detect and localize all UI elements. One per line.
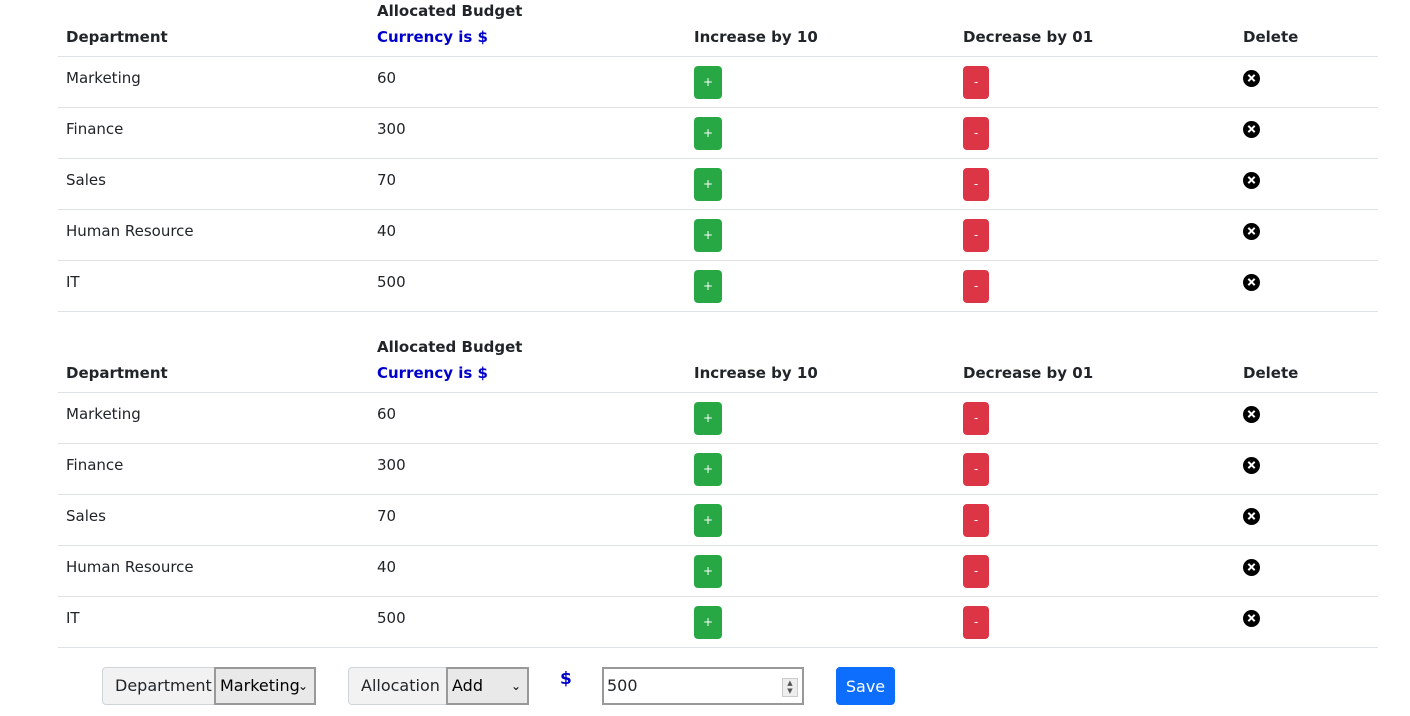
increase-button[interactable]: + — [694, 401, 722, 435]
department-name: Marketing — [58, 392, 369, 444]
budget-value: 40 — [369, 545, 686, 597]
department-name: Human Resource — [58, 545, 369, 597]
allocation-select-label: Allocation — [348, 667, 447, 705]
department-select-value: Marketing — [220, 676, 300, 695]
header-department: Department — [58, 336, 369, 393]
header-increase: Increase by 10 — [686, 336, 955, 393]
increase-button[interactable]: + — [694, 605, 722, 639]
allocation-form: Department Marketing ⌄ Allocation Add ⌄ … — [0, 667, 1410, 705]
header-budget-label: Allocated Budget — [377, 1, 523, 20]
budget-value: 500 — [369, 596, 686, 648]
department-select-label: Department — [102, 667, 215, 705]
table-row: Finance 300 + - — [58, 443, 1378, 495]
budget-value: 70 — [369, 494, 686, 546]
increase-button[interactable]: + — [694, 503, 722, 537]
increase-button[interactable]: + — [694, 554, 722, 588]
header-increase: Increase by 10 — [686, 0, 955, 57]
table-row: Marketing 60 + - — [58, 392, 1378, 444]
budget-value: 500 — [369, 260, 686, 312]
currency-symbol: $ — [560, 669, 572, 689]
header-department: Department — [58, 0, 369, 57]
header-budget-label: Allocated Budget — [377, 337, 523, 356]
decrease-button[interactable]: - — [963, 605, 989, 639]
increase-button[interactable]: + — [694, 167, 722, 201]
chevron-down-icon: ⌄ — [297, 679, 308, 693]
department-select[interactable]: Marketing ⌄ — [214, 667, 316, 705]
budget-value: 300 — [369, 107, 686, 159]
close-circle-icon[interactable] — [1243, 171, 1260, 189]
header-currency-note: Currency is $ — [377, 363, 488, 382]
department-name: IT — [58, 260, 369, 312]
save-button[interactable]: Save — [836, 667, 895, 705]
department-name: Finance — [58, 107, 369, 159]
table-row: Human Resource 40 + - — [58, 545, 1378, 597]
decrease-button[interactable]: - — [963, 503, 989, 537]
table-row: Finance 300 + - — [58, 107, 1378, 159]
header-delete: Delete — [1235, 0, 1378, 57]
decrease-button[interactable]: - — [963, 452, 989, 486]
increase-button[interactable]: + — [694, 218, 722, 252]
budget-value: 40 — [369, 209, 686, 261]
chevron-down-icon: ⌄ — [510, 679, 521, 693]
close-circle-icon[interactable] — [1243, 558, 1260, 576]
table-row: Marketing 60 + - — [58, 56, 1378, 108]
increase-button[interactable]: + — [694, 116, 722, 150]
increase-button[interactable]: + — [694, 65, 722, 99]
department-name: Sales — [58, 494, 369, 546]
close-circle-icon[interactable] — [1243, 120, 1260, 138]
budget-value: 60 — [369, 392, 686, 444]
close-circle-icon[interactable] — [1243, 405, 1260, 423]
table-row: Sales 70 + - — [58, 494, 1378, 546]
number-spinner-icon[interactable]: ▲ ▼ — [782, 678, 798, 697]
department-name: Sales — [58, 158, 369, 210]
close-circle-icon[interactable] — [1243, 456, 1260, 474]
department-name: IT — [58, 596, 369, 648]
department-name: Human Resource — [58, 209, 369, 261]
decrease-button[interactable]: - — [963, 65, 989, 99]
header-decrease: Decrease by 01 — [955, 336, 1235, 393]
decrease-button[interactable]: - — [963, 218, 989, 252]
header-currency-note: Currency is $ — [377, 27, 488, 46]
increase-button[interactable]: + — [694, 452, 722, 486]
decrease-button[interactable]: - — [963, 116, 989, 150]
budget-value: 300 — [369, 443, 686, 495]
close-circle-icon[interactable] — [1243, 69, 1260, 87]
header-delete: Delete — [1235, 336, 1378, 393]
header-allocated-budget: Allocated Budget Currency is $ — [369, 336, 686, 393]
table-row: IT 500 + - — [58, 260, 1378, 312]
decrease-button[interactable]: - — [963, 269, 989, 303]
budget-table-2: Department Allocated Budget Currency is … — [58, 336, 1378, 648]
close-circle-icon[interactable] — [1243, 273, 1260, 291]
amount-input[interactable]: 500 ▲ ▼ — [602, 667, 804, 705]
table-row: Sales 70 + - — [58, 158, 1378, 210]
amount-value: 500 — [607, 676, 638, 695]
department-name: Marketing — [58, 56, 369, 108]
department-name: Finance — [58, 443, 369, 495]
table-row: Human Resource 40 + - — [58, 209, 1378, 261]
decrease-button[interactable]: - — [963, 554, 989, 588]
increase-button[interactable]: + — [694, 269, 722, 303]
budget-value: 60 — [369, 56, 686, 108]
decrease-button[interactable]: - — [963, 167, 989, 201]
budget-table-1: Department Allocated Budget Currency is … — [58, 0, 1378, 312]
allocation-select[interactable]: Add ⌄ — [446, 667, 529, 705]
close-circle-icon[interactable] — [1243, 222, 1260, 240]
budget-value: 70 — [369, 158, 686, 210]
table-header-row: Department Allocated Budget Currency is … — [58, 336, 1378, 393]
close-circle-icon[interactable] — [1243, 507, 1260, 525]
close-circle-icon[interactable] — [1243, 609, 1260, 627]
allocation-select-value: Add — [452, 676, 483, 695]
table-header-row: Department Allocated Budget Currency is … — [58, 0, 1378, 57]
table-row: IT 500 + - — [58, 596, 1378, 648]
header-decrease: Decrease by 01 — [955, 0, 1235, 57]
header-allocated-budget: Allocated Budget Currency is $ — [369, 0, 686, 57]
decrease-button[interactable]: - — [963, 401, 989, 435]
